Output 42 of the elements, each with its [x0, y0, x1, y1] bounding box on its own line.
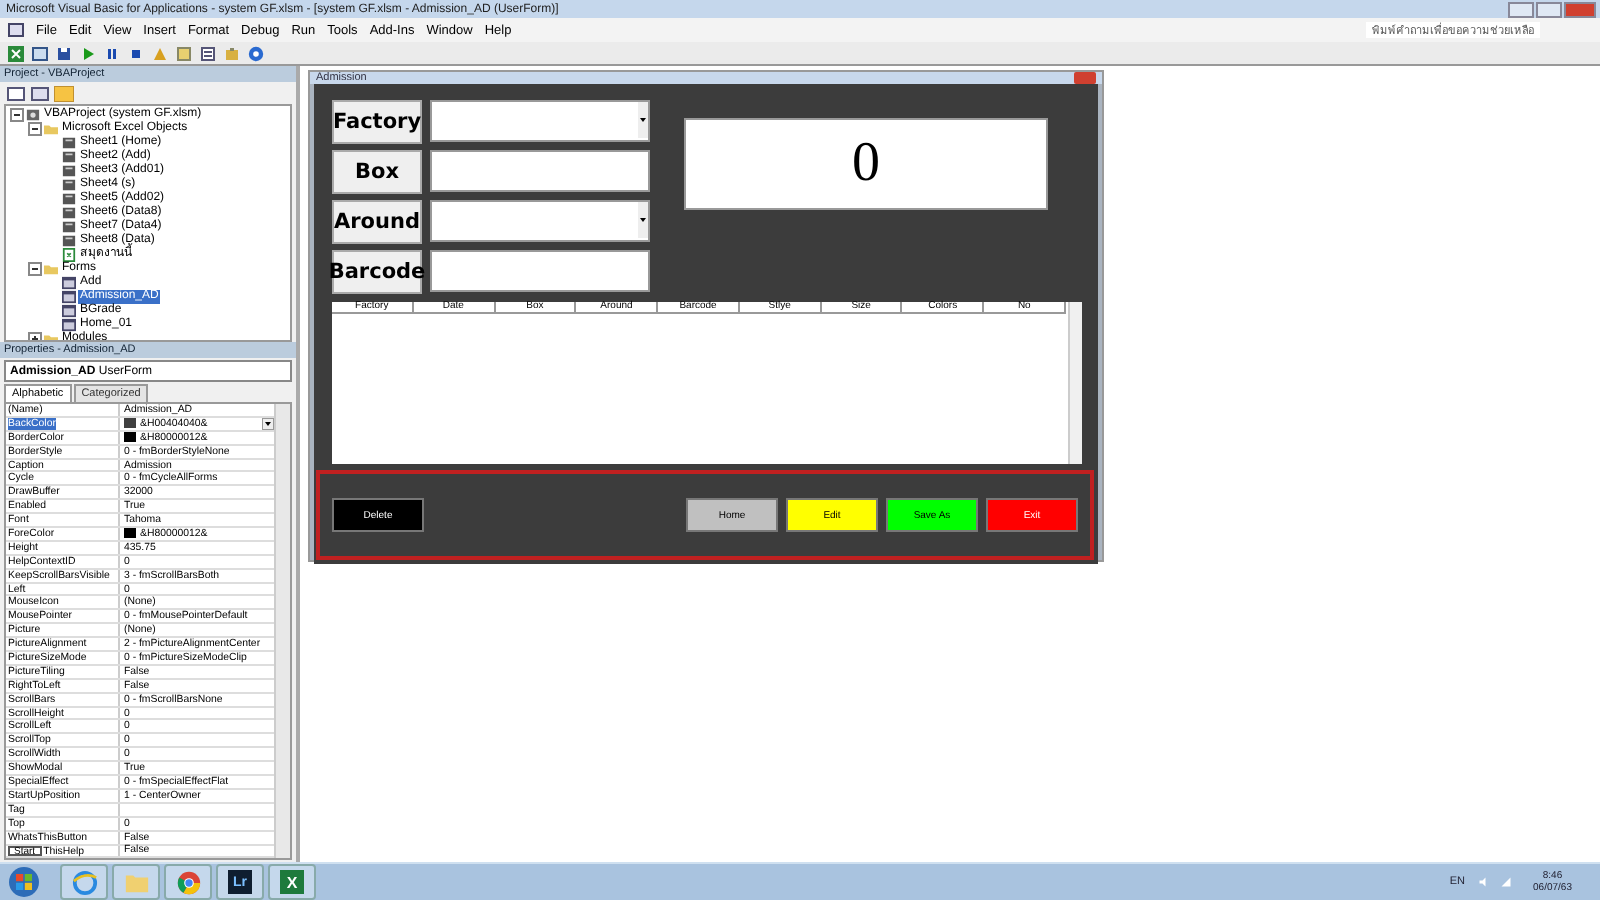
scrollbar[interactable] — [274, 404, 290, 858]
field-label: Around — [332, 200, 422, 244]
taskbar-button[interactable] — [112, 864, 160, 900]
help-icon[interactable] — [248, 45, 264, 61]
taskbar-button[interactable] — [164, 864, 212, 900]
close-button[interactable] — [1564, 1, 1596, 17]
globe-icon — [71, 869, 97, 895]
view-object-icon[interactable] — [30, 85, 50, 101]
folder-icon — [44, 262, 58, 276]
start-button[interactable] — [8, 866, 40, 898]
dropdown-button[interactable] — [638, 102, 648, 138]
project-icon — [26, 108, 40, 122]
input-field[interactable] — [430, 250, 650, 292]
taskbar-button[interactable]: X — [268, 864, 316, 900]
input-field[interactable] — [430, 150, 650, 192]
field-label: Factory — [332, 100, 422, 144]
input-field[interactable] — [430, 200, 650, 242]
dropdown-button[interactable] — [638, 202, 648, 238]
workbook-icon — [62, 248, 76, 262]
vba-icon — [8, 22, 24, 38]
scrollbar[interactable] — [1068, 302, 1082, 464]
collapse-icon[interactable] — [10, 108, 24, 122]
app-logo: X — [280, 870, 304, 894]
folder-icon — [44, 122, 58, 136]
collapse-icon[interactable] — [28, 122, 42, 136]
circle-logo-icon — [175, 869, 201, 895]
pause-icon[interactable] — [104, 45, 120, 61]
view-code-icon[interactable] — [6, 85, 26, 101]
properties-icon[interactable] — [200, 45, 216, 61]
speaker-icon[interactable] — [1477, 876, 1490, 888]
stop-icon[interactable] — [128, 45, 144, 61]
maximize-button[interactable] — [1536, 1, 1562, 17]
form-icon[interactable] — [32, 45, 48, 61]
taskbar-button[interactable] — [60, 864, 108, 900]
field-label: Box — [332, 150, 422, 194]
counter-display: 0 — [684, 118, 1048, 210]
input-field[interactable] — [430, 100, 650, 142]
excel-icon[interactable] — [8, 45, 24, 61]
minimize-button[interactable] — [1508, 1, 1534, 17]
collapse-icon[interactable] — [28, 262, 42, 276]
signal-icon[interactable] — [1499, 876, 1512, 888]
save-icon[interactable] — [56, 45, 72, 61]
